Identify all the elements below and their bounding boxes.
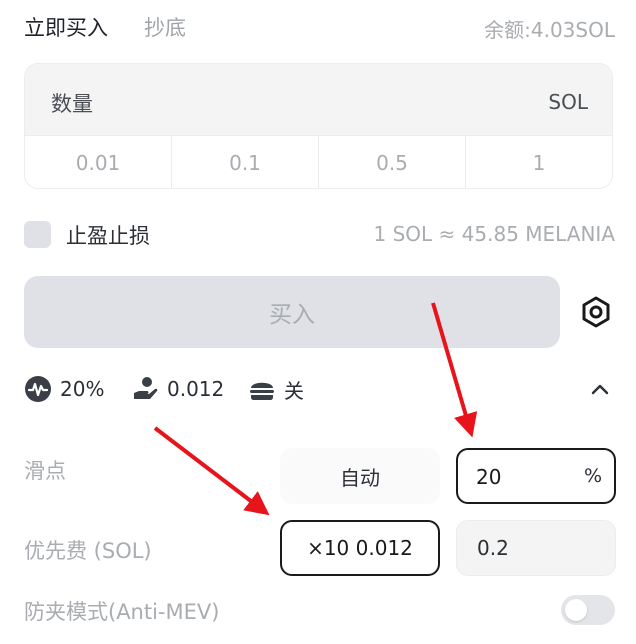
amount-presets: 0.01 0.1 0.5 1 [25,136,612,188]
summary-anti-mev-value: 关 [284,379,304,403]
summary-slippage-value: 20% [60,377,105,401]
slippage-value: 20 [476,465,502,489]
take-profit-checkbox[interactable] [24,221,51,248]
amount-card: 数量 SOL 0.01 0.1 0.5 1 [24,63,613,189]
amount-input[interactable]: 数量 SOL [25,64,612,136]
summary-priority-fee-value: 0.012 [167,377,225,401]
priority-fee-icon [134,377,158,399]
balance-text: 余额:4.03SOL [484,18,615,42]
summary-anti-mev: 关 [248,375,304,404]
summary-slippage: 20% [24,375,104,403]
summary-priority-fee: 0.012 [131,375,224,403]
priority-fee-input[interactable]: 0.2 [456,520,616,576]
take-profit-label: 止盈止损 [66,224,150,248]
slippage-unit: % [583,465,602,487]
slippage-label: 滑点 [24,459,66,483]
settings-icon[interactable] [578,294,614,330]
slippage-auto-button[interactable]: 自动 [280,448,440,504]
anti-mev-label: 防夹模式(Anti-MEV) [24,600,220,624]
priority-fee-label: 优先费 (SOL) [24,539,152,563]
preset-button[interactable]: 0.5 [319,136,466,188]
slippage-input[interactable]: 20 % [456,448,616,504]
preset-button[interactable]: 1 [466,136,612,188]
buy-button[interactable]: 买入 [24,276,560,348]
chevron-up-icon[interactable] [588,378,612,402]
annotation-arrow [153,426,270,516]
slippage-icon [25,376,51,402]
preset-button[interactable]: 0.01 [25,136,172,188]
priority-fee-value: 0.2 [477,536,509,560]
exchange-rate: 1 SOL ≈ 45.85 MELANIA [373,222,615,246]
burger-icon [250,382,274,400]
tab-buy-now[interactable]: 立即买入 [24,12,108,42]
preset-button[interactable]: 0.1 [172,136,319,188]
anti-mev-toggle[interactable] [561,595,615,625]
amount-label: 数量 [51,92,93,116]
toggle-knob [565,599,587,621]
amount-unit: SOL [548,90,588,114]
tab-buy-dip[interactable]: 抄底 [144,12,186,42]
priority-fee-multiplier-button[interactable]: ×10 0.012 [280,520,440,576]
